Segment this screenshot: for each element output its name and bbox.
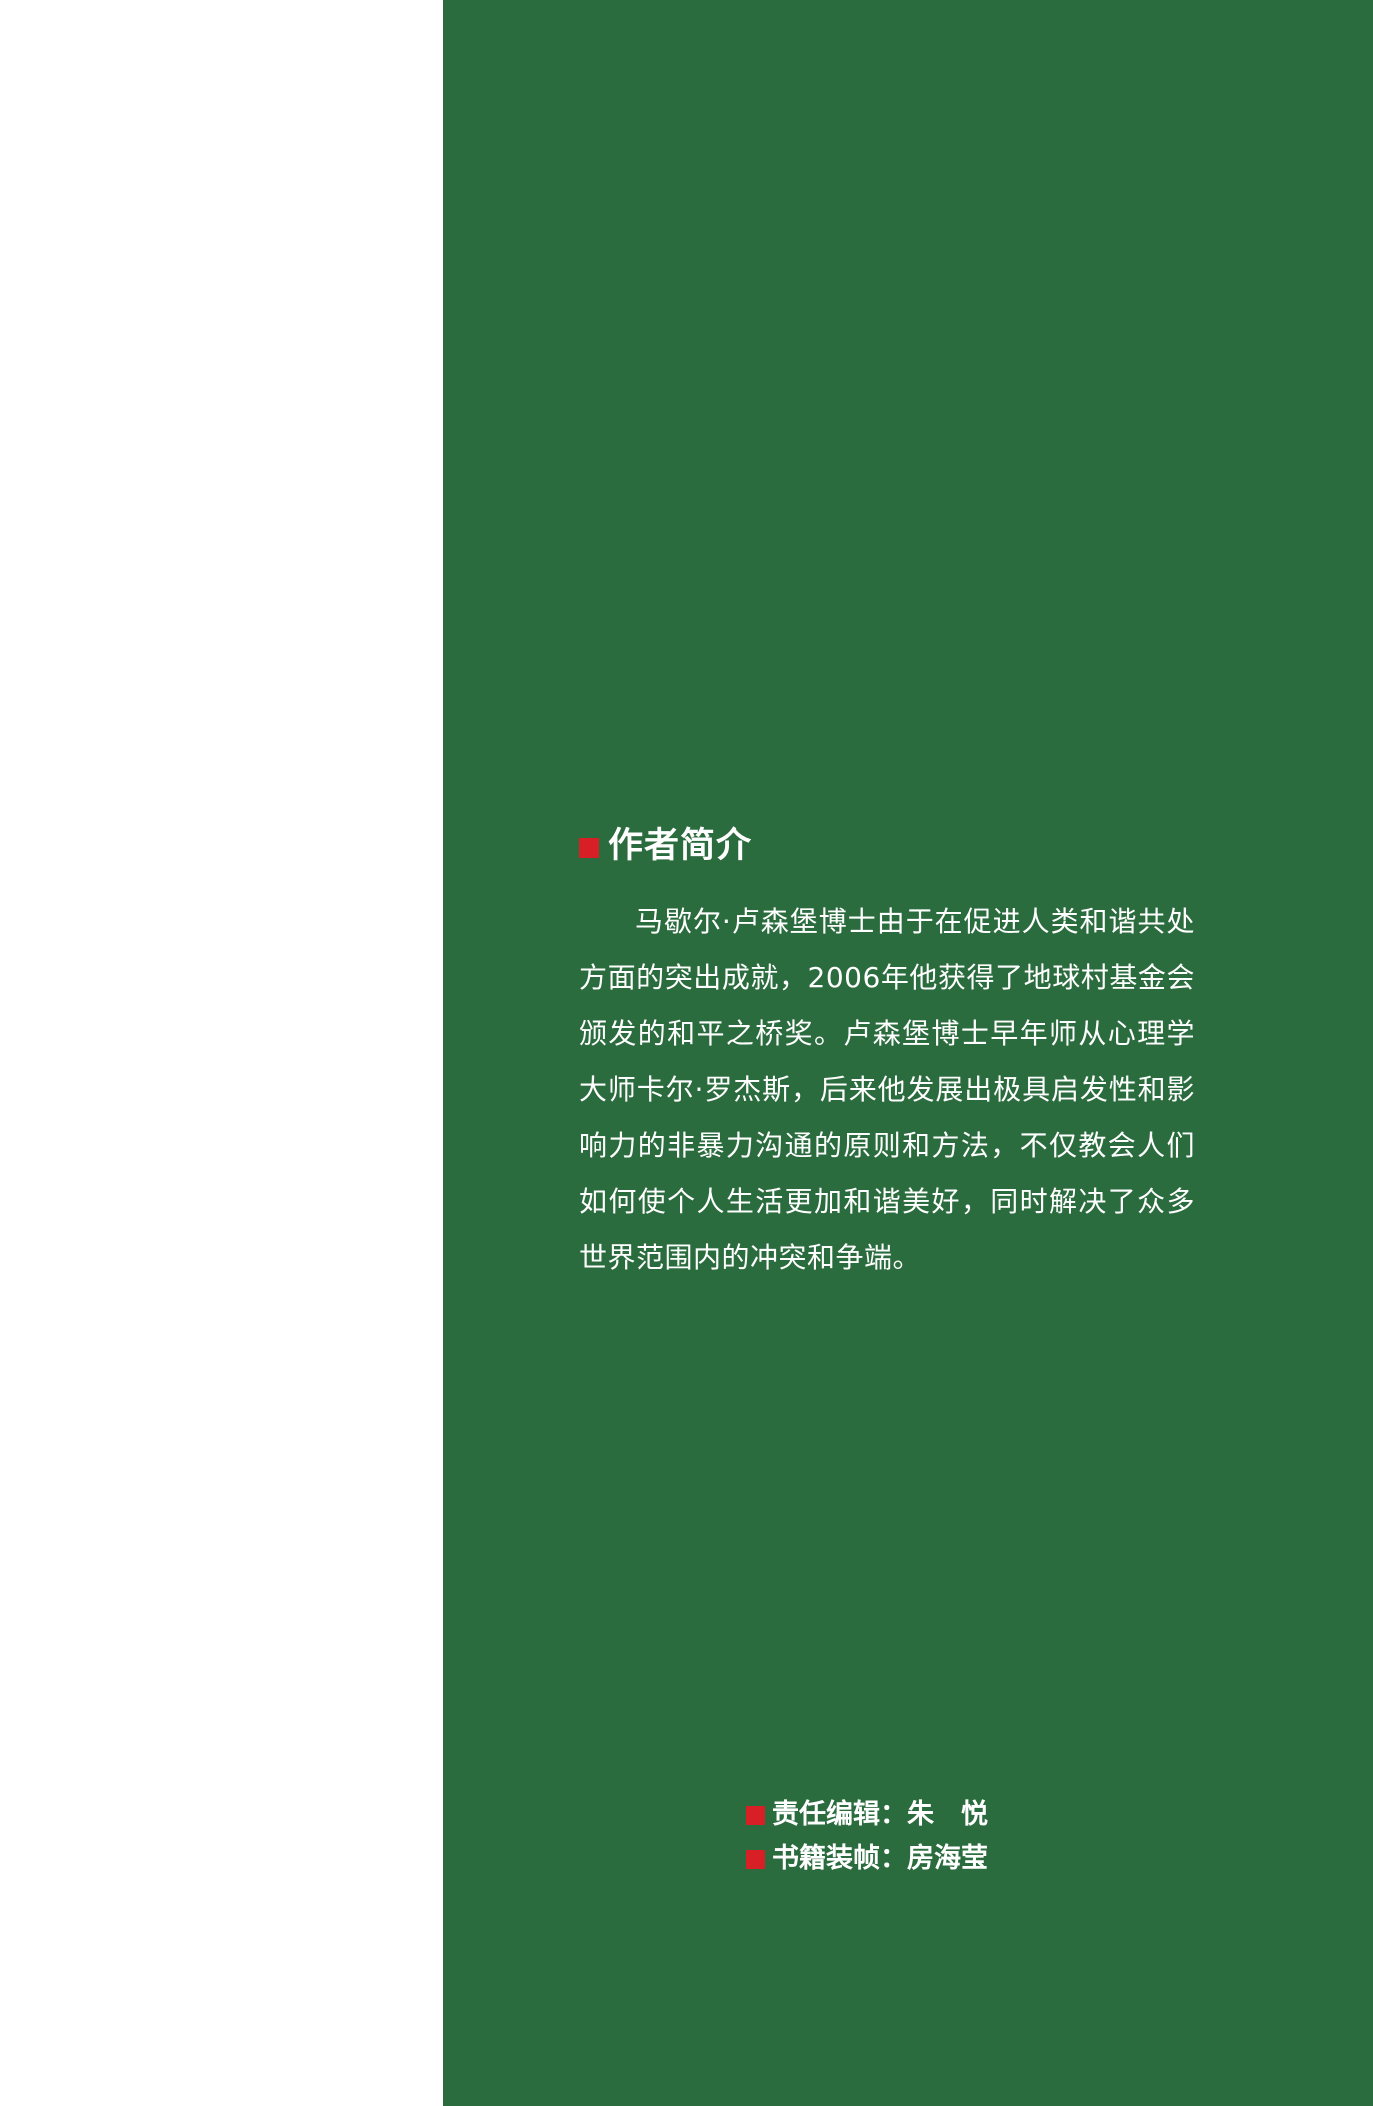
- red-square-bullet-icon: [746, 1805, 765, 1825]
- credit-separator: ：: [880, 1843, 907, 1874]
- author-bio-heading: 作者简介: [579, 818, 1195, 874]
- red-square-bullet-icon: [746, 1849, 765, 1869]
- credit-row-editor: 责任编辑 ： 朱 悦: [746, 1793, 1006, 1837]
- author-bio-title: 作者简介: [608, 826, 753, 866]
- credit-value: 房海莹: [907, 1843, 988, 1874]
- credit-label: 责任编辑: [772, 1799, 880, 1830]
- credit-separator: ：: [880, 1799, 907, 1830]
- author-bio-paragraph: 马歇尔·卢森堡博士由于在促进人类和谐共处方面的突出成就，2006年他获得了地球村…: [579, 905, 1195, 1274]
- credit-value: 朱 悦: [907, 1799, 988, 1830]
- credits-block: 责任编辑 ： 朱 悦 书籍装帧 ： 房海莹: [746, 1793, 1006, 1881]
- author-bio-section: 作者简介 马歇尔·卢森堡博士由于在促进人类和谐共处方面的突出成就，2006年他获…: [579, 818, 1195, 1286]
- credit-label: 书籍装帧: [772, 1843, 880, 1874]
- left-blank-panel: [0, 0, 443, 2106]
- credit-row-designer: 书籍装帧 ： 房海莹: [746, 1837, 1006, 1881]
- red-square-bullet-icon: [579, 838, 599, 858]
